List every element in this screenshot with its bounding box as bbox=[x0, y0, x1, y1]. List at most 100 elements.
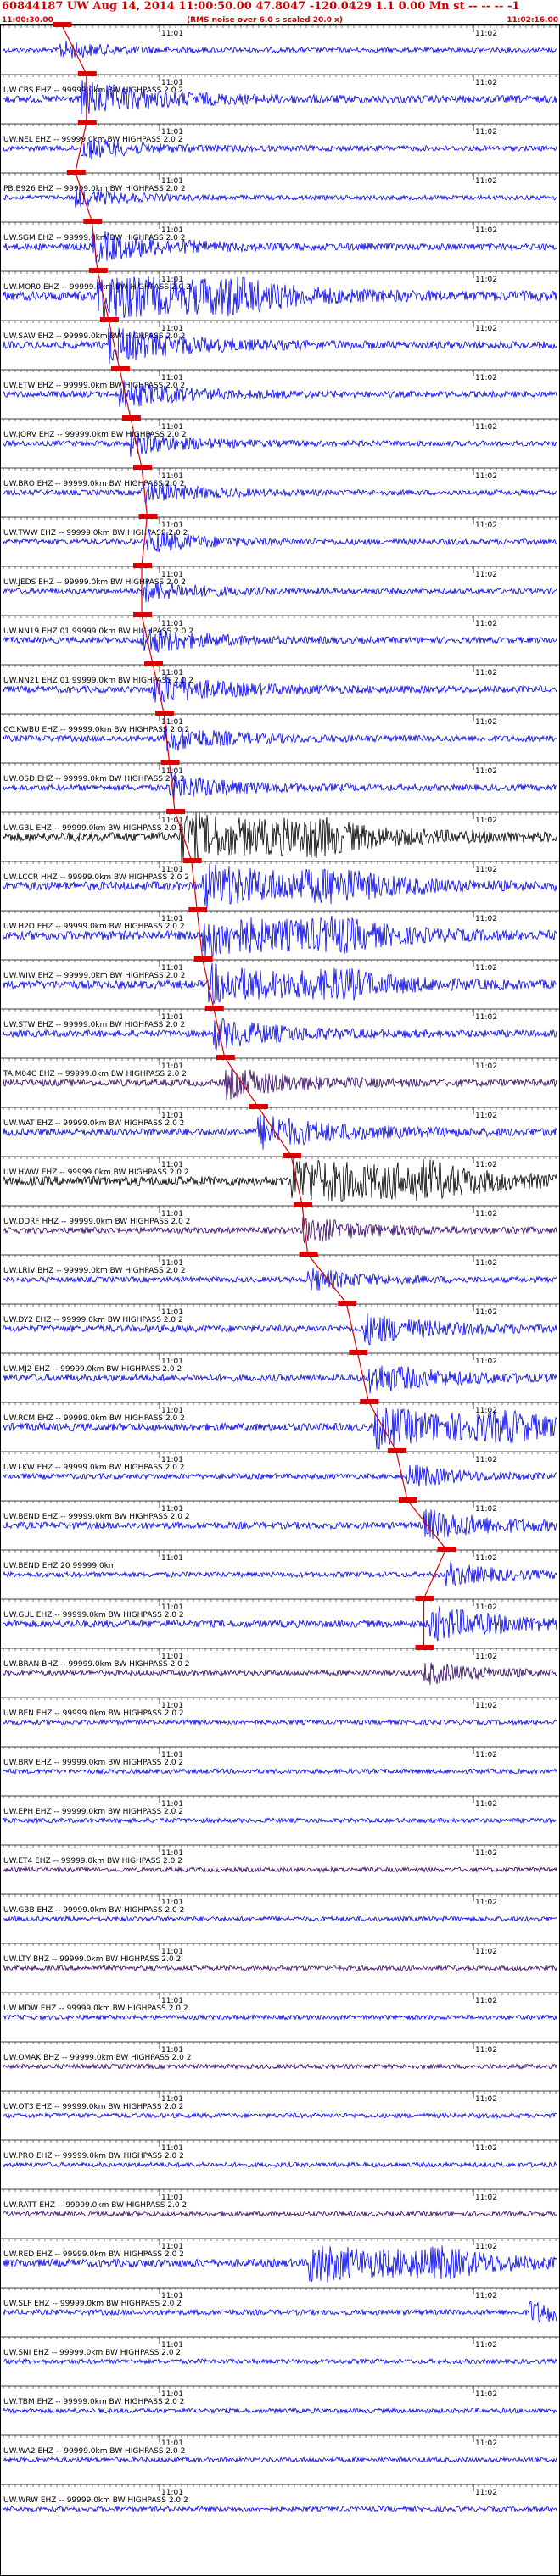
time-label-1102: 11:02 bbox=[475, 964, 497, 973]
trace-label: UW.GUL EHZ -- 99999.0km BW HIGHPASS 2.0 … bbox=[3, 1611, 184, 1620]
time-label-1102: 11:02 bbox=[475, 817, 497, 825]
time-label-1102: 11:02 bbox=[475, 1603, 497, 1612]
trace-label: UW.TWW EHZ -- 99999.0km BW HIGHPASS 2.0 … bbox=[3, 529, 188, 538]
trace-label: UW.GBB EHZ -- 99999.0km BW HIGHPASS 2.0 … bbox=[3, 1906, 184, 1915]
trace-label: UW.ET4 EHZ -- 99999.0km BW HIGHPASS 2.0 … bbox=[3, 1857, 182, 1865]
time-label-1102: 11:02 bbox=[475, 226, 497, 235]
trace-label: UW.RED EHZ -- 99999.0km BW HIGHPASS 2.0 … bbox=[3, 2250, 184, 2259]
time-label-1102: 11:02 bbox=[475, 1013, 497, 1022]
trace-label: CC.KWBU EHZ -- 99999.0km BW HIGHPASS 2.0… bbox=[3, 726, 189, 734]
trace-label: UW.ETW EHZ -- 99999.0km BW HIGHPASS 2.0 … bbox=[3, 382, 185, 390]
pick-marker bbox=[415, 1645, 434, 1650]
trace-label: UW.WAT EHZ -- 99999.0km BW HIGHPASS 2.0 … bbox=[3, 1119, 184, 1128]
waveform-trace bbox=[3, 2013, 557, 2021]
time-label-1102: 11:02 bbox=[475, 1161, 497, 1169]
waveform-trace bbox=[3, 1865, 557, 1874]
time-label-1102: 11:02 bbox=[475, 1456, 497, 1464]
trace-label: UW.BEND EHZ -- 99999.0km BW HIGHPASS 2.0… bbox=[3, 1513, 190, 1521]
time-label-1102: 11:02 bbox=[475, 866, 497, 874]
pick-marker bbox=[133, 465, 152, 470]
pick-marker bbox=[133, 563, 152, 568]
time-label-1102: 11:02 bbox=[475, 767, 497, 776]
trace-label: UW.OMAK BHZ -- 99999.0km BW HIGHPASS 2.0… bbox=[3, 2054, 191, 2062]
time-label-1102: 11:02 bbox=[475, 915, 497, 923]
trace-label: UW.MDW EHZ -- 99999.0km BW HIGHPASS 2.0 … bbox=[3, 2004, 188, 2013]
time-label-1102: 11:02 bbox=[475, 1653, 497, 1661]
trace-label: UW.OT3 EHZ -- 99999.0km BW HIGHPASS 2.0 … bbox=[3, 2103, 183, 2111]
time-label-1102: 11:02 bbox=[475, 1308, 497, 1317]
pick-marker bbox=[83, 219, 103, 224]
waveform-trace bbox=[3, 1915, 557, 1923]
trace-label: UW.SLF EHZ -- 99999.0km BW HIGHPASS 2.0 … bbox=[3, 2300, 182, 2308]
time-label-1102: 11:02 bbox=[475, 276, 497, 284]
time-label-1102: 11:02 bbox=[475, 1702, 497, 1710]
time-label-1102: 11:02 bbox=[475, 1751, 497, 1759]
trace-label: UW.EPH EHZ -- 99999.0km BW HIGHPASS 2.0 … bbox=[3, 1808, 183, 1816]
time-label-1102: 11:02 bbox=[475, 79, 497, 87]
trace-label: UW.DY2 EHZ -- 99999.0km BW HIGHPASS 2.0 … bbox=[3, 1316, 183, 1324]
pick-marker bbox=[294, 1202, 313, 1207]
trace-label: UW.STW EHZ -- 99999.0km BW HIGHPASS 2.0 … bbox=[3, 1021, 185, 1029]
trace-label: UW.BEND EHZ 20 99999.0km bbox=[3, 1562, 116, 1570]
time-label-1102: 11:02 bbox=[475, 2390, 497, 2399]
waveform-trace bbox=[3, 1816, 557, 1825]
time-label-1102: 11:02 bbox=[475, 472, 497, 481]
trace-label: UW.RCM EHZ -- 99999.0km BW HIGHPASS 2.0 … bbox=[3, 1414, 185, 1423]
waveform-trace bbox=[3, 962, 557, 1005]
time-label-1102: 11:02 bbox=[475, 30, 497, 38]
trace-label: UW.JORV EHZ -- 99999.0km BW HIGHPASS 2.0… bbox=[3, 431, 187, 439]
pick-marker bbox=[160, 760, 180, 765]
trace-label: UW.BEN EHZ -- 99999.0km BW HIGHPASS 2.0 … bbox=[3, 1709, 184, 1718]
trace-label: TA.M04C EHZ -- 99999.0km BW HIGHPASS 2.0… bbox=[3, 1070, 187, 1079]
pick-marker bbox=[155, 711, 175, 716]
time-label-1102: 11:02 bbox=[475, 669, 497, 677]
waveform-trace bbox=[3, 2210, 557, 2218]
time-label-1102: 11:02 bbox=[475, 1948, 497, 1956]
time-label-1102: 11:02 bbox=[475, 1210, 497, 1218]
pick-marker bbox=[437, 1547, 456, 1552]
time-label-1102: 11:02 bbox=[475, 325, 497, 333]
time-label-1101: 11:01 bbox=[161, 30, 183, 38]
waveform-trace bbox=[3, 863, 557, 909]
time-label-1102: 11:02 bbox=[475, 521, 497, 530]
time-label-1102: 11:02 bbox=[475, 2046, 497, 2055]
trace-label: UW.BRAN BHZ -- 99999.0km BW HIGHPASS 2.0… bbox=[3, 1660, 189, 1669]
trace-label: UW.DDRF HHZ -- 99999.0km BW HIGHPASS 2.0… bbox=[3, 1218, 190, 1226]
time-label-1102: 11:02 bbox=[475, 2243, 497, 2251]
time-label-1102: 11:02 bbox=[475, 1554, 497, 1563]
trace-label: UW.SAW EHZ -- 99999.0km BW HIGHPASS 2.0 … bbox=[3, 332, 185, 341]
pick-marker bbox=[77, 71, 97, 76]
trace-label: UW.LTY BHZ -- 99999.0km BW HIGHPASS 2.0 … bbox=[3, 1955, 181, 1964]
trace-label: UW.PRO EHZ -- 99999.0km BW HIGHPASS 2.0 … bbox=[3, 2152, 184, 2161]
time-label-1102: 11:02 bbox=[475, 374, 497, 382]
pick-marker bbox=[77, 120, 97, 125]
time-label-1102: 11:02 bbox=[475, 2292, 497, 2300]
waveform-trace bbox=[3, 2161, 557, 2169]
waveform-trace bbox=[3, 2062, 557, 2071]
trace-label: UW.RATT EHZ -- 99999.0km BW HIGHPASS 2.0… bbox=[3, 2201, 187, 2210]
time-label-1102: 11:02 bbox=[475, 2095, 497, 2104]
waveform-trace bbox=[3, 1767, 557, 1776]
trace-label: UW.TBM EHZ -- 99999.0km BW HIGHPASS 2.0 … bbox=[3, 2398, 184, 2406]
waveform-trace bbox=[3, 1157, 557, 1202]
time-label-1101: 11:01 bbox=[161, 1554, 183, 1563]
waveform-trace bbox=[3, 2357, 557, 2366]
time-label-1102: 11:02 bbox=[475, 177, 497, 186]
trace-label: UW.CBS EHZ -- 99999.0km BW HIGHPASS 2.0 … bbox=[3, 86, 183, 95]
time-label-1102: 11:02 bbox=[475, 1997, 497, 2005]
time-label-1102: 11:02 bbox=[475, 718, 497, 727]
time-label-1102: 11:02 bbox=[475, 1505, 497, 1514]
time-label-1102: 11:02 bbox=[475, 423, 497, 432]
time-label-1102: 11:02 bbox=[475, 2341, 497, 2350]
trace-label: UW.LCCR HHZ -- 99999.0km BW HIGHPASS 2.0… bbox=[3, 873, 189, 882]
time-label-1102: 11:02 bbox=[475, 2144, 497, 2153]
trace-label: UW.NN21 EHZ 01 99999.0km BW HIGHPASS 2.0… bbox=[3, 677, 193, 685]
trace-label: UW.OSD EHZ -- 99999.0km BW HIGHPASS 2.0 … bbox=[3, 775, 185, 783]
waveform-trace bbox=[3, 1718, 557, 1726]
waveform-trace bbox=[3, 1964, 557, 1972]
trace-label: UW.H2O EHZ -- 99999.0km BW HIGHPASS 2.0 … bbox=[3, 923, 185, 931]
seismogram-page: 11:01 11:02 11:01 11:02 UW.CBS EHZ -- 99999.… bbox=[0, 0, 560, 2576]
time-label-1102: 11:02 bbox=[475, 1358, 497, 1366]
time-label-1102: 11:02 bbox=[475, 1800, 497, 1809]
trace-label: UW.BRV EHZ -- 99999.0km BW HIGHPASS 2.0 … bbox=[3, 1759, 183, 1767]
